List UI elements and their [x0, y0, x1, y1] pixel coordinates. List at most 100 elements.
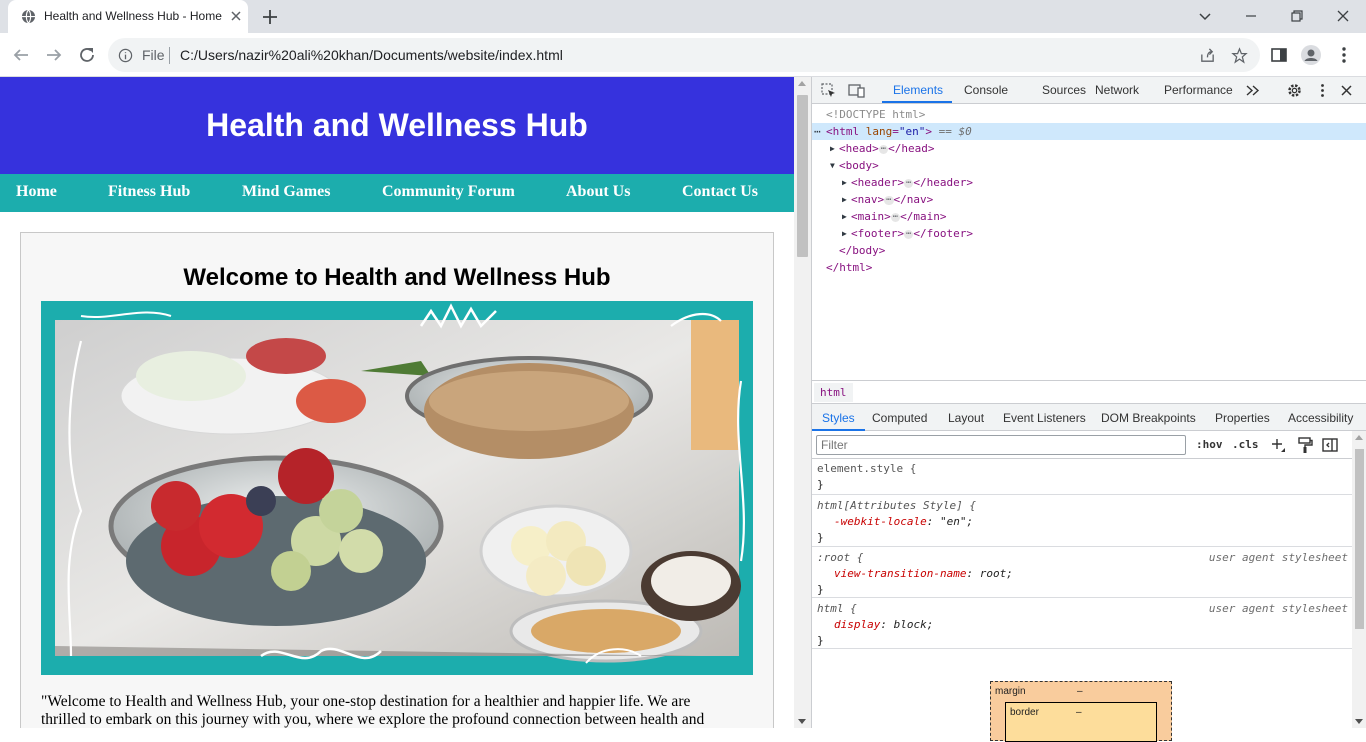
collapsed-ellipsis[interactable]: ⋯	[903, 230, 914, 239]
scroll-up-arrow-icon[interactable]	[798, 81, 806, 86]
tab-search-chevron-icon[interactable]	[1195, 6, 1215, 26]
box-model-margin-label: margin	[995, 686, 1026, 697]
minimize-icon[interactable]	[1241, 6, 1261, 26]
rule-selector: element.style {	[817, 462, 917, 475]
dom-node-body[interactable]: ▼ <body>	[812, 157, 1366, 174]
active-tab-indicator	[882, 101, 952, 103]
subtab-computed[interactable]: Computed	[872, 411, 927, 425]
dom-body-close[interactable]: </body>	[812, 242, 1366, 259]
dom-node-html[interactable]: ⋯ <html lang="en"> == $0	[812, 123, 1366, 140]
dom-node-main[interactable]: ▶ <main> ⋯ </main>	[812, 208, 1366, 225]
back-icon[interactable]	[10, 44, 32, 66]
url-text[interactable]: C:/Users/nazir%20ali%20khan/Documents/we…	[180, 47, 563, 63]
tab-console[interactable]: Console	[964, 83, 1008, 97]
new-style-rule-icon[interactable]	[1269, 436, 1287, 454]
rule-declaration[interactable]: view-transition-name: root;	[834, 566, 1013, 582]
devtools-menu-icon[interactable]	[1314, 82, 1331, 99]
box-model-border: border –	[1005, 702, 1157, 742]
more-tabs-chevron-icon[interactable]	[1244, 82, 1261, 99]
dom-node-header[interactable]: ▶ <header> ⋯ </header>	[812, 174, 1366, 191]
rule-attributes-style[interactable]: html[Attributes Style] { -webkit-locale:…	[812, 495, 1352, 547]
subtab-accessibility[interactable]: Accessibility	[1288, 411, 1353, 425]
toggle-sidebar-icon[interactable]	[1321, 436, 1339, 454]
new-tab-icon[interactable]	[260, 7, 280, 27]
restore-icon[interactable]	[1287, 6, 1307, 26]
tab-sources[interactable]: Sources	[1042, 83, 1086, 97]
chrome-menu-icon[interactable]	[1333, 44, 1355, 66]
subtab-event-listeners[interactable]: Event Listeners	[1003, 411, 1086, 425]
close-window-icon[interactable]	[1333, 6, 1353, 26]
hov-toggle[interactable]: :hov	[1196, 438, 1223, 451]
collapsed-ellipsis[interactable]: ⋯	[903, 179, 914, 188]
expand-triangle-icon[interactable]: ▶	[842, 225, 852, 242]
scroll-down-arrow-icon[interactable]	[798, 719, 806, 724]
nav-link-mind-games[interactable]: Mind Games	[242, 183, 330, 201]
node-actions-icon[interactable]: ⋯	[814, 123, 821, 140]
address-bar[interactable]: File C:/Users/nazir%20ali%20khan/Documen…	[108, 38, 1260, 72]
rule-declaration[interactable]: display: block;	[834, 617, 933, 633]
rule-html[interactable]: html { user agent stylesheet display: bl…	[812, 598, 1352, 649]
dom-node-footer[interactable]: ▶ <footer> ⋯ </footer>	[812, 225, 1366, 242]
site-info-icon[interactable]	[118, 48, 133, 63]
box-model-margin-value[interactable]: –	[1077, 686, 1083, 697]
subtab-properties[interactable]: Properties	[1215, 411, 1270, 425]
collapse-triangle-icon[interactable]: ▼	[830, 157, 840, 174]
page-scrollbar[interactable]	[794, 77, 811, 728]
box-model-border-value[interactable]: –	[1076, 707, 1082, 718]
rule-root[interactable]: :root { user agent stylesheet view-trans…	[812, 547, 1352, 598]
expand-triangle-icon[interactable]: ▶	[842, 191, 852, 208]
cls-toggle[interactable]: .cls	[1232, 438, 1259, 451]
forward-icon[interactable]	[43, 44, 65, 66]
subtab-styles[interactable]: Styles	[822, 411, 855, 425]
subtab-dom-breakpoints[interactable]: DOM Breakpoints	[1101, 411, 1196, 425]
expand-triangle-icon[interactable]: ▶	[830, 140, 840, 157]
settings-gear-icon[interactable]	[1286, 82, 1303, 99]
active-tab[interactable]: Health and Wellness Hub - Home	[8, 0, 248, 33]
dom-node-nav[interactable]: ▶ <nav> ⋯ </nav>	[812, 191, 1366, 208]
styles-filter-input[interactable]	[816, 435, 1186, 455]
paint-roller-icon[interactable]	[1296, 436, 1314, 454]
dom-node-head[interactable]: ▶ <head> ⋯ </head>	[812, 140, 1366, 157]
nav-link-community-forum[interactable]: Community Forum	[382, 183, 515, 201]
site-title: Health and Wellness Hub	[206, 107, 588, 143]
tab-network[interactable]: Network	[1095, 83, 1139, 97]
rule-close: }	[817, 478, 824, 491]
inspect-element-icon[interactable]	[820, 82, 837, 99]
expand-triangle-icon[interactable]: ▶	[842, 208, 852, 225]
close-devtools-icon[interactable]	[1338, 82, 1355, 99]
reload-icon[interactable]	[76, 44, 98, 66]
nav-link-home[interactable]: Home	[16, 183, 57, 201]
dom-doctype[interactable]: <!DOCTYPE html>	[812, 106, 1366, 123]
scroll-down-arrow-icon[interactable]	[1355, 719, 1363, 724]
dom-html-close[interactable]: </html>	[812, 259, 1366, 276]
rule-declaration[interactable]: -webkit-locale: "en";	[834, 514, 973, 530]
scheme-label: File	[142, 47, 165, 63]
intro-line-1: "Welcome to Health and Wellness Hub, you…	[41, 693, 691, 710]
share-icon[interactable]	[1199, 47, 1216, 64]
collapsed-ellipsis[interactable]: ⋯	[890, 213, 901, 222]
subtab-layout[interactable]: Layout	[948, 411, 984, 425]
nav-link-contact-us[interactable]: Contact Us	[682, 183, 758, 201]
side-panel-icon[interactable]	[1268, 44, 1290, 66]
nav-link-about-us[interactable]: About Us	[566, 183, 630, 201]
rule-source: user agent stylesheet	[1208, 602, 1348, 615]
expand-triangle-icon[interactable]: ▶	[842, 174, 852, 191]
styles-scrollbar[interactable]	[1352, 431, 1366, 728]
scroll-up-arrow-icon[interactable]	[1355, 435, 1363, 440]
scrollbar-thumb[interactable]	[797, 95, 808, 257]
device-toolbar-icon[interactable]	[848, 82, 865, 99]
tab-performance[interactable]: Performance	[1164, 83, 1233, 97]
scrollbar-thumb[interactable]	[1355, 449, 1364, 629]
bookmark-star-icon[interactable]	[1231, 47, 1248, 64]
nav-link-fitness-hub[interactable]: Fitness Hub	[108, 183, 190, 201]
profile-avatar-icon[interactable]	[1300, 44, 1322, 66]
close-tab-icon[interactable]	[228, 8, 244, 24]
rule-element-style[interactable]: element.style { }	[812, 459, 1352, 495]
collapsed-ellipsis[interactable]: ⋯	[884, 196, 894, 205]
breadcrumb-html[interactable]: html	[814, 383, 853, 402]
rule-selector: html {	[817, 602, 857, 615]
browser-toolbar: File C:/Users/nazir%20ali%20khan/Documen…	[0, 33, 1366, 77]
rule-close: }	[817, 531, 824, 544]
collapsed-ellipsis[interactable]: ⋯	[878, 145, 889, 154]
tab-elements[interactable]: Elements	[893, 83, 943, 97]
